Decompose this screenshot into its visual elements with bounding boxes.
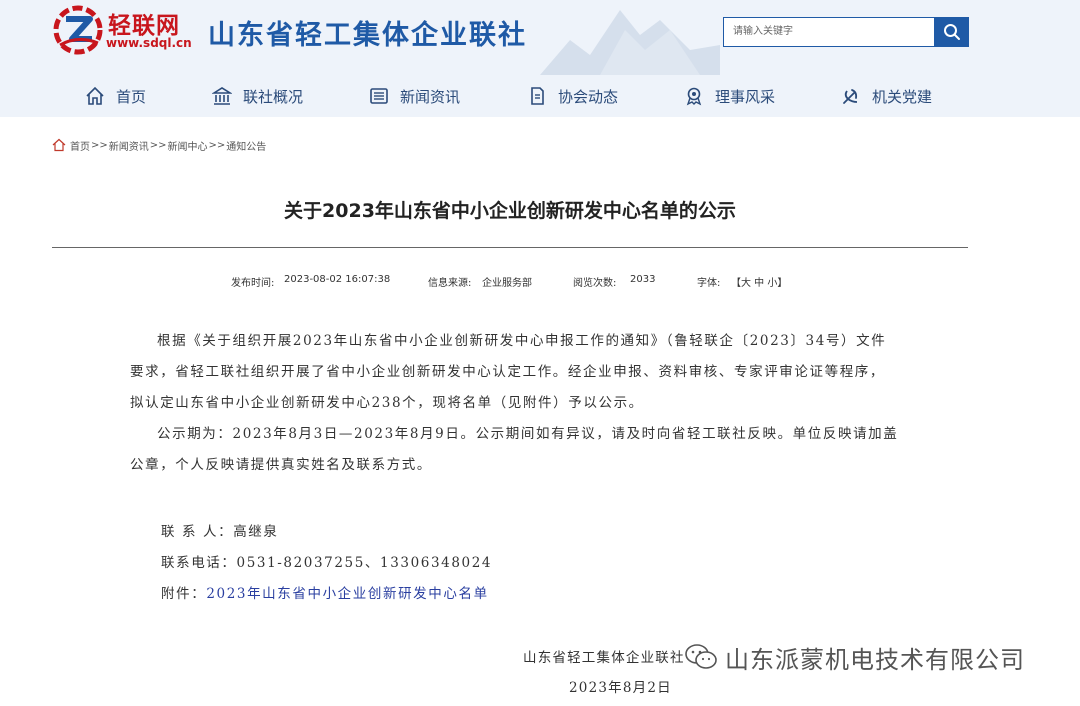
logo-name[interactable]: 轻联网 [108,6,180,40]
source-label: 信息来源: [428,278,472,289]
views-count: 2033 [630,274,656,285]
nav-label: 协会动态 [558,87,619,106]
document-icon [526,85,548,107]
nav-item-home[interactable]: 首页 [84,78,146,114]
site-header: 轻联网 www.sdql.cn 山东省轻工集体企业联社 请输入关键字 首页 联社… [0,0,1080,117]
building-icon [211,85,233,107]
breadcrumb-home-icon [52,138,66,152]
nav-label: 联社概况 [243,87,304,106]
main-nav: 首页 联社概况 新闻资讯 协会动态 理事风采 机关党建 [0,78,1080,114]
contact-label: 联 系 人： [161,524,234,540]
breadcrumb-news-center[interactable]: 新闻中心 [168,138,208,153]
phone-value: 0531-82037255、13306348024 [236,555,493,571]
signature-date: 2023年8月2日 [569,680,672,696]
party-emblem-icon [840,85,862,107]
search-icon [943,24,960,40]
breadcrumb-separator: >> [149,139,167,151]
logo-icon[interactable] [52,5,104,55]
views-label: 阅览次数: [573,278,617,289]
font-size-options[interactable]: 【大 中 小】 [731,274,787,289]
attachment-label: 附件： [161,586,207,602]
nav-item-news[interactable]: 新闻资讯 [368,78,460,114]
medal-icon [683,85,705,107]
attachment-link[interactable]: 2023年山东省中小企业创新研发中心名单 [206,586,488,602]
mountain-decoration [540,10,720,75]
nav-item-about[interactable]: 联社概况 [211,78,303,114]
home-icon [84,85,106,107]
nav-item-association[interactable]: 协会动态 [526,78,618,114]
nav-label: 理事风采 [715,87,776,106]
nav-item-directors[interactable]: 理事风采 [683,78,775,114]
breadcrumb-separator: >> [208,139,226,151]
watermark-text: 山东派蒙机电技术有限公司 [725,645,1025,674]
news-icon [368,85,390,107]
attachment-line: 附件：2023年山东省中小企业创新研发中心名单 [161,582,489,602]
phone-label: 联系电话： [161,555,237,571]
breadcrumb: 首页 >> 新闻资讯 >> 新闻中心 >> 通知公告 [52,137,266,153]
wechat-icon [685,644,717,669]
site-title: 山东省轻工集体企业联社 [208,20,527,51]
contact-name: 高继泉 [233,524,279,540]
breadcrumb-news[interactable]: 新闻资讯 [109,138,149,153]
nav-label: 机关党建 [872,87,933,106]
publish-time: 2023-08-02 16:07:38 [284,274,391,285]
phone-line: 联系电话：0531-82037255、13306348024 [161,551,492,571]
article-paragraph: 公示期为：2023年8月3日—2023年8月9日。公示期间如有异议，请及时向省轻… [130,426,899,473]
publish-label: 发布时间: [231,278,275,289]
contact-line: 联 系 人：高继泉 [161,520,279,540]
font-label: 字体: [697,278,721,289]
signature-organization: 山东省轻工集体企业联社 [523,650,685,666]
title-divider [52,247,968,248]
article-paragraph: 根据《关于组织开展2023年山东省中小企业创新研发中心申报工作的通知》（鲁轻联企… [130,333,887,411]
search-input[interactable]: 请输入关键字 [723,17,934,47]
source-value: 企业服务部 [482,278,532,289]
nav-label: 新闻资讯 [400,87,461,106]
nav-item-party[interactable]: 机关党建 [840,78,932,114]
article-meta: 发布时间: 2023-08-02 16:07:38 信息来源: 企业服务部 阅览… [0,274,1080,289]
search-button[interactable] [934,17,969,47]
article-title: 关于2023年山东省中小企业创新研发中心名单的公示 [284,200,736,222]
breadcrumb-separator: >> [91,139,108,151]
logo-url[interactable]: www.sdql.cn [106,36,192,50]
breadcrumb-notices[interactable]: 通知公告 [226,138,266,153]
wechat-watermark: 山东派蒙机电技术有限公司 [683,638,1025,676]
breadcrumb-home[interactable]: 首页 [70,138,90,153]
nav-label: 首页 [116,87,147,106]
